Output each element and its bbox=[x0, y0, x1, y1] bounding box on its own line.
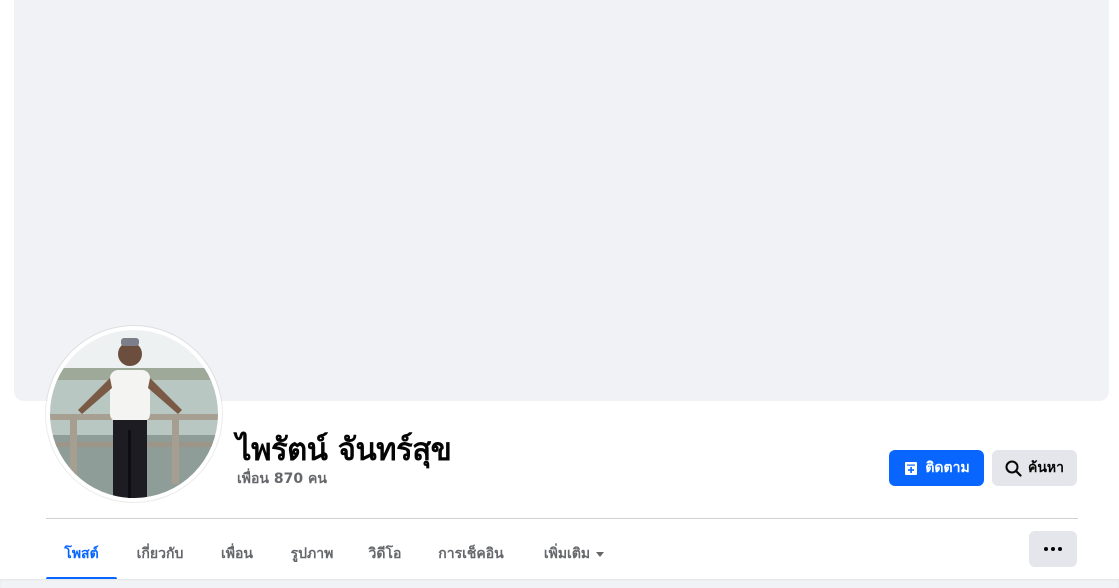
tab-checkins[interactable]: การเช็คอิน bbox=[420, 528, 522, 580]
profile-picture[interactable] bbox=[46, 326, 222, 502]
tab-label: รูปภาพ bbox=[290, 546, 334, 562]
tab-label: เพิ่มเติม bbox=[543, 546, 591, 562]
profile-name: ไพรัตน์ จันทร์สุข bbox=[236, 432, 452, 468]
header-divider bbox=[46, 518, 1078, 519]
follow-button-label: ติดตาม bbox=[925, 460, 970, 476]
tab-label: วิดีโอ bbox=[368, 546, 402, 562]
tab-label: เพื่อน bbox=[221, 546, 253, 562]
tab-about[interactable]: เกี่ยวกับ bbox=[120, 528, 200, 580]
tab-posts[interactable]: โพสต์ bbox=[46, 528, 117, 580]
follow-plus-icon bbox=[903, 460, 919, 476]
page-feed-background bbox=[0, 579, 1119, 588]
tab-videos[interactable]: วิดีโอ bbox=[354, 528, 416, 580]
ellipsis-icon bbox=[1043, 547, 1064, 551]
tab-label: โพสต์ bbox=[64, 546, 99, 562]
more-options-button[interactable] bbox=[1029, 531, 1077, 567]
search-button[interactable]: ค้นหา bbox=[992, 450, 1077, 486]
tab-photos[interactable]: รูปภาพ bbox=[274, 528, 350, 580]
tab-label: เกี่ยวกับ bbox=[136, 546, 184, 562]
search-button-label: ค้นหา bbox=[1027, 460, 1065, 476]
magnifier-icon bbox=[1005, 460, 1022, 477]
profile-photo-image bbox=[50, 330, 218, 498]
friend-count[interactable]: เพื่อน 870 คน bbox=[237, 468, 327, 490]
follow-button[interactable]: ติดตาม bbox=[889, 450, 984, 486]
tab-more[interactable]: เพิ่มเติม bbox=[526, 528, 622, 580]
tab-label: การเช็คอิน bbox=[438, 546, 504, 562]
caret-down-icon bbox=[596, 551, 605, 557]
tab-friends[interactable]: เพื่อน bbox=[204, 528, 270, 580]
